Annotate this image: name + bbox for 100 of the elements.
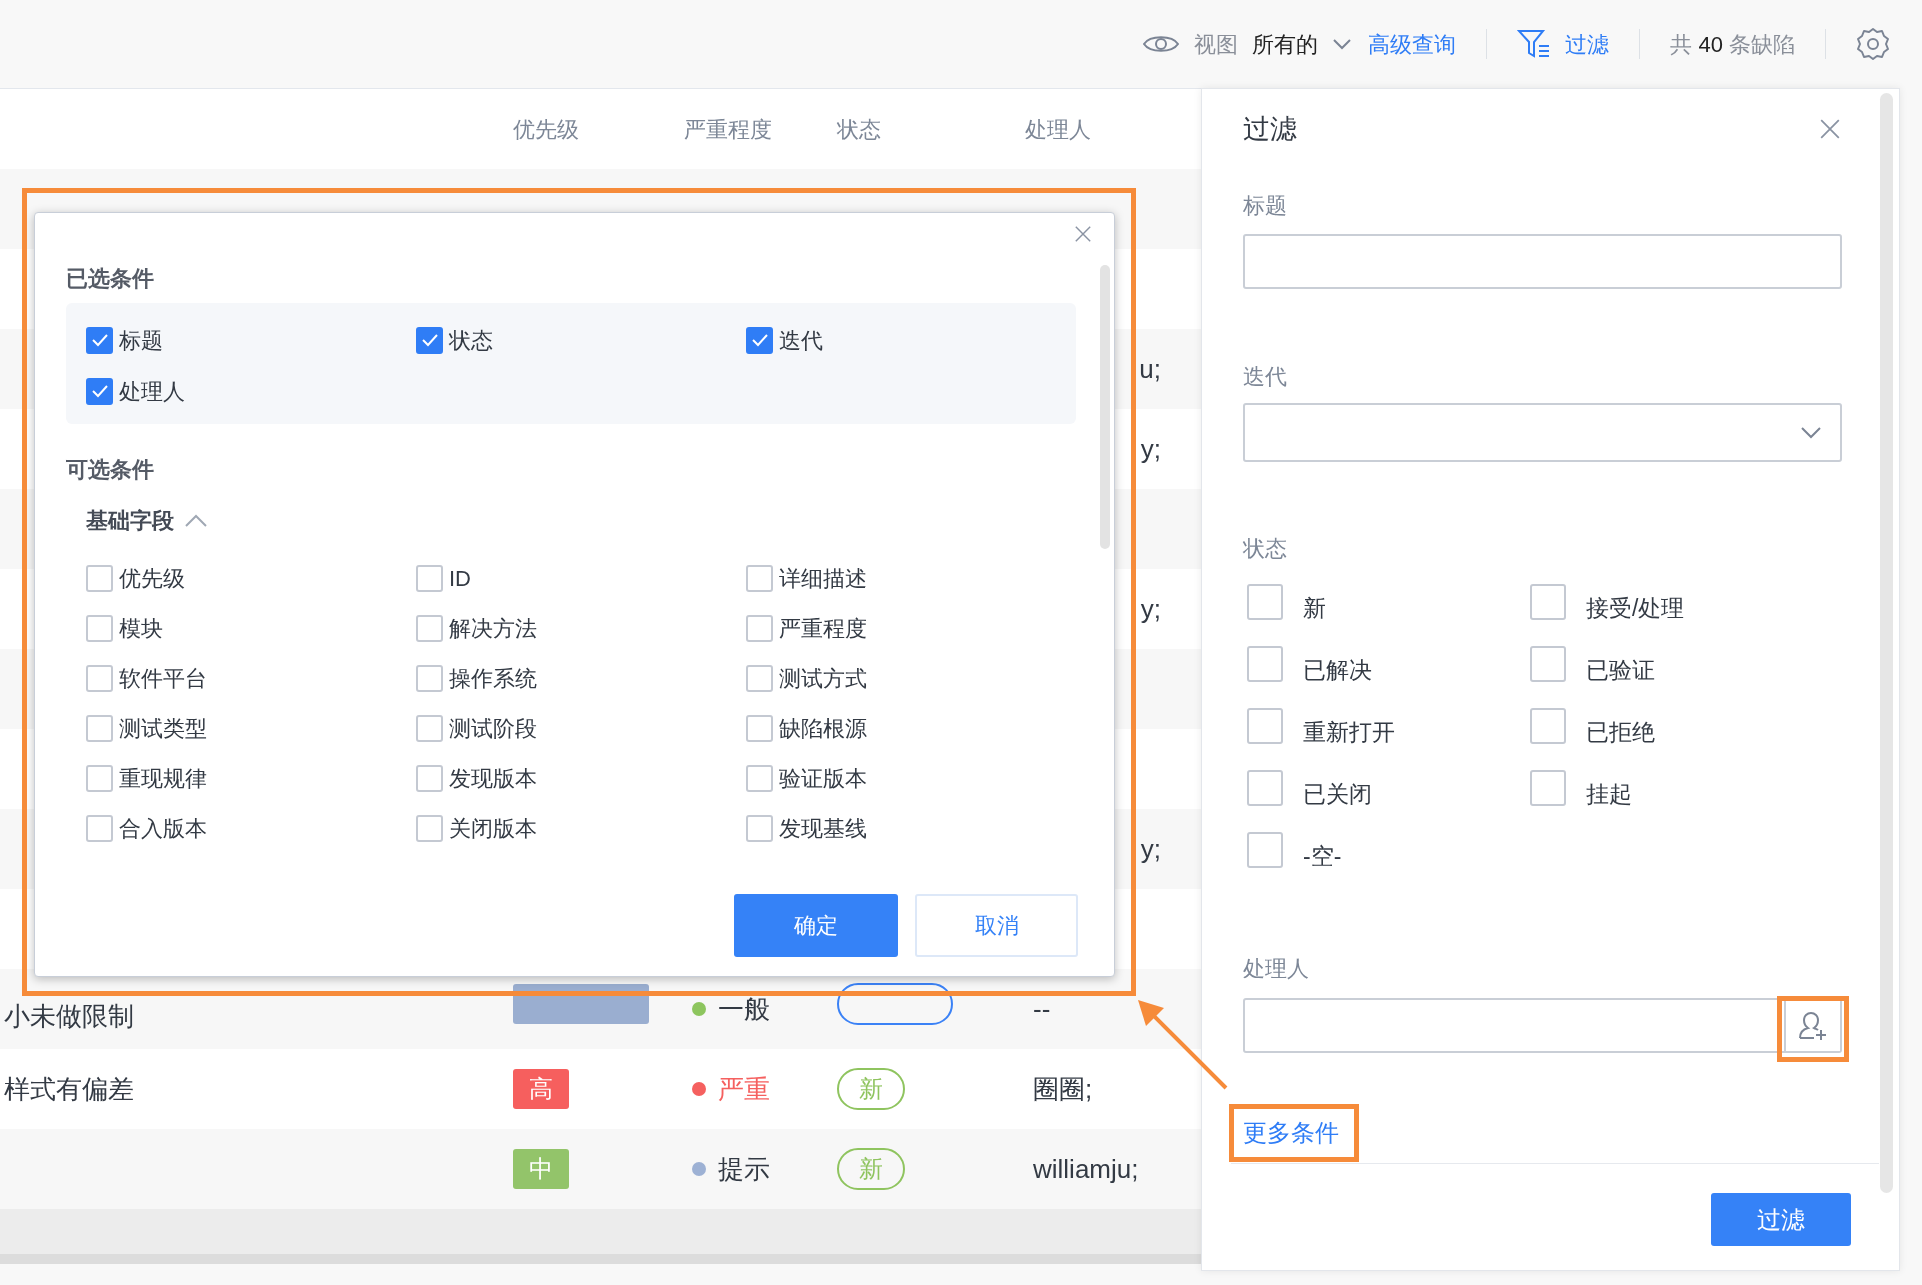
checkbox[interactable] [1247, 708, 1283, 744]
panel-title: 过滤 [1243, 112, 1297, 146]
column-header: 优先级 [513, 115, 580, 144]
checkbox-label: 已解决 [1303, 655, 1372, 685]
cancel-button[interactable]: 取消 [915, 894, 1078, 957]
status-tag: 新 [837, 1068, 905, 1110]
checkbox[interactable] [746, 614, 773, 642]
settings-icon[interactable] [1856, 27, 1890, 61]
checkbox-label: 已关闭 [1303, 779, 1372, 809]
checkbox-label: 处理人 [119, 377, 185, 406]
checkbox-label: 优先级 [119, 564, 185, 593]
section-title: 已选条件 [66, 265, 155, 293]
checkbox-label: 缺陷根源 [779, 714, 867, 743]
checkbox-label: 测试类型 [119, 714, 207, 743]
checkbox[interactable] [746, 764, 773, 792]
checkbox-label: 接受/处理 [1586, 593, 1685, 623]
checkbox-label: 发现版本 [449, 764, 537, 793]
table-cell-text: 严重 [718, 1072, 770, 1106]
checkbox[interactable] [746, 714, 773, 742]
checkbox[interactable] [416, 664, 443, 692]
checkbox[interactable] [86, 326, 113, 354]
checkbox[interactable] [1247, 584, 1283, 620]
text-field[interactable] [1243, 234, 1842, 289]
checkbox[interactable] [1530, 770, 1566, 806]
checkbox-label: 新 [1303, 593, 1326, 623]
table-cell-text: 圈圈; [1033, 1072, 1093, 1106]
group-toggle[interactable]: 基础字段 [86, 507, 1076, 535]
checkbox[interactable] [746, 564, 773, 592]
status-tag: 新 [837, 1148, 905, 1190]
table-cell-text: williamju; [1033, 1152, 1139, 1186]
check-icon [90, 384, 109, 398]
table-cell: 小未做限制 [4, 1000, 134, 1031]
add-user-button[interactable] [1784, 1000, 1840, 1051]
checkbox-label: 重现规律 [119, 764, 207, 793]
checkbox-label: 测试阶段 [449, 714, 537, 743]
checkbox[interactable] [86, 377, 113, 405]
filter-button[interactable]: 过滤 [1517, 27, 1610, 61]
checkbox[interactable] [416, 614, 443, 642]
user-field[interactable] [1243, 998, 1842, 1053]
checkbox[interactable] [1247, 646, 1283, 682]
select-field[interactable] [1243, 403, 1842, 462]
checkbox-label: 测试方式 [779, 664, 867, 693]
more-conditions-link[interactable]: 更多条件 [1235, 1113, 1339, 1153]
checkbox[interactable] [1247, 770, 1283, 806]
checkbox[interactable] [416, 714, 443, 742]
checkbox[interactable] [416, 564, 443, 592]
checkbox[interactable] [86, 614, 113, 642]
scrollbar-thumb[interactable] [1100, 265, 1110, 549]
checkbox[interactable] [86, 664, 113, 692]
checkbox[interactable] [86, 814, 113, 842]
column-header: 状态 [837, 115, 882, 144]
checkbox[interactable] [416, 326, 443, 354]
checkbox[interactable] [86, 764, 113, 792]
checkbox[interactable] [1247, 832, 1283, 868]
scrollbar-thumb[interactable] [1880, 93, 1893, 1193]
view-dropdown[interactable]: 所有的 [1252, 27, 1353, 61]
checkbox[interactable] [86, 714, 113, 742]
checkbox-label: 解决方法 [449, 614, 537, 643]
checkbox-label: 状态 [449, 326, 493, 355]
checkbox-label: 详细描述 [779, 564, 867, 593]
checkbox-label: 验证版本 [779, 764, 867, 793]
view-label: 视图 [1194, 30, 1239, 59]
table-cell: 样式有偏差 [4, 1073, 134, 1104]
checkbox-label: 标题 [119, 326, 163, 355]
checkbox[interactable] [1530, 708, 1566, 744]
column-header: 严重程度 [684, 115, 773, 144]
field-label: 状态 [1243, 535, 1288, 563]
table-cell-text: y; [1140, 432, 1161, 466]
checkbox[interactable] [746, 814, 773, 842]
close-icon[interactable] [1819, 118, 1841, 140]
confirm-button[interactable]: 确定 [734, 894, 898, 957]
close-icon[interactable] [1074, 225, 1092, 243]
checkbox[interactable] [746, 664, 773, 692]
checkbox-label: 发现基线 [779, 814, 867, 843]
filter-submit-button[interactable]: 过滤 [1711, 1193, 1851, 1246]
defect-count: 共 40 条缺陷 [1670, 30, 1795, 59]
checkbox[interactable] [416, 814, 443, 842]
table-cell-text: u; [1139, 352, 1161, 386]
priority-tag: 高 [513, 1069, 569, 1109]
check-icon [90, 333, 109, 347]
check-icon [420, 333, 439, 347]
checkbox-label: 已验证 [1586, 655, 1655, 685]
table-cell-text: 提示 [718, 1152, 770, 1186]
advanced-query-link[interactable]: 高级查询 [1368, 27, 1457, 61]
checkbox[interactable] [416, 764, 443, 792]
field-label: 标题 [1243, 192, 1288, 220]
field-label: 处理人 [1243, 955, 1310, 983]
checkbox[interactable] [86, 564, 113, 592]
checkbox[interactable] [1530, 584, 1566, 620]
checkbox-label: -空- [1303, 841, 1342, 871]
checkbox[interactable] [746, 326, 773, 354]
horizontal-scrollbar[interactable] [0, 1254, 1201, 1264]
checkbox-label: 迭代 [779, 326, 823, 355]
chevron-down-icon [1800, 426, 1822, 439]
checkbox[interactable] [1530, 646, 1566, 682]
checkbox-label: 软件平台 [119, 664, 207, 693]
checkbox-label: 重新打开 [1303, 717, 1395, 747]
highlight-frame [1777, 996, 1849, 1062]
column-header: 处理人 [1025, 115, 1091, 144]
checkbox-label: 已拒绝 [1586, 717, 1655, 747]
